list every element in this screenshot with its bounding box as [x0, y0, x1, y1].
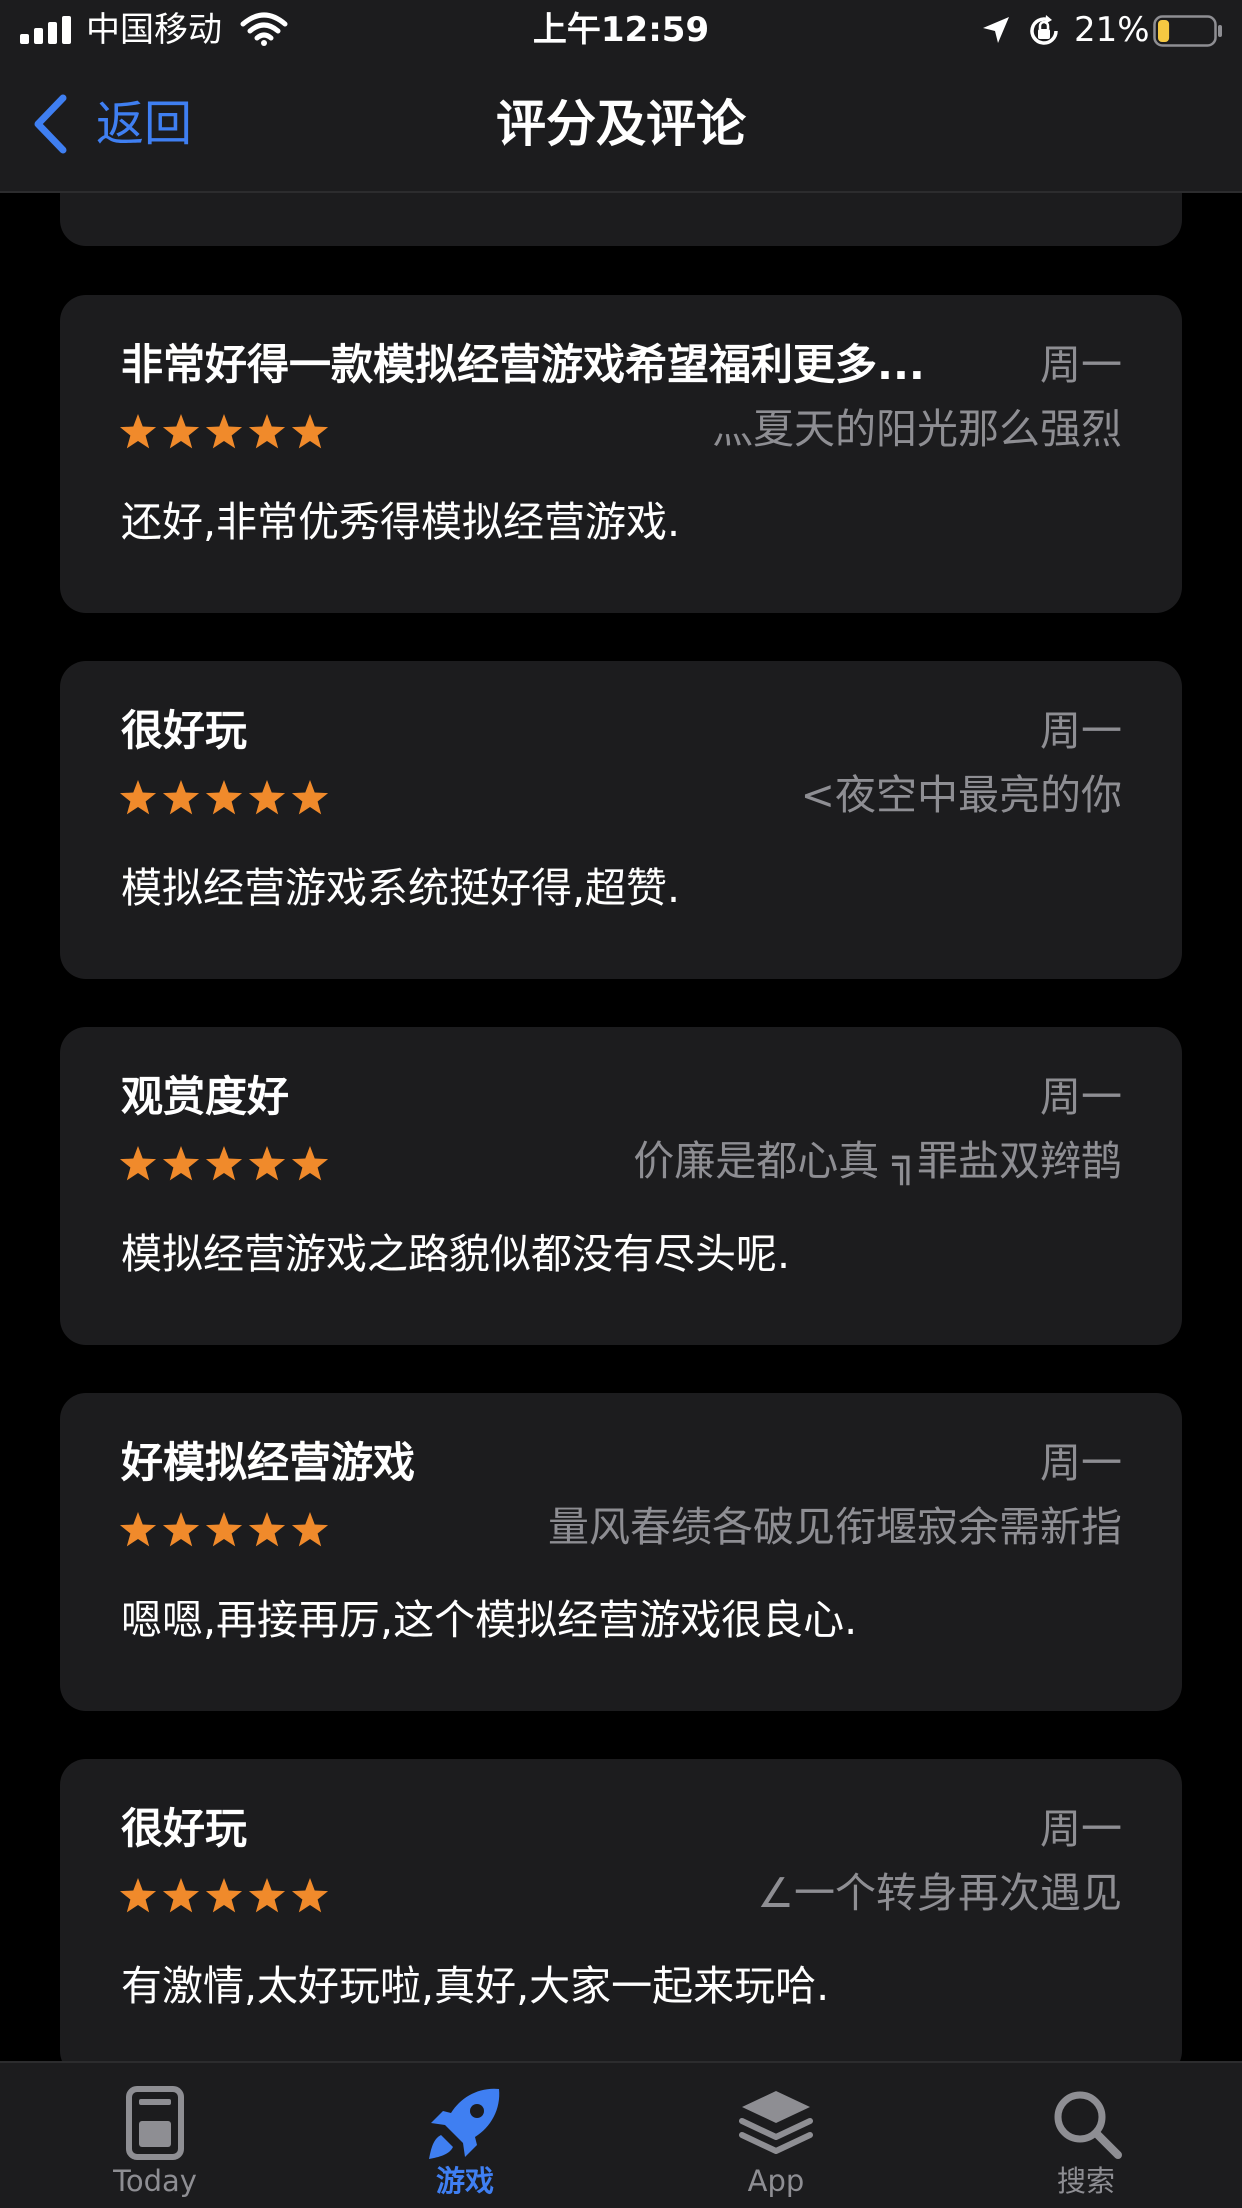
review-author: ∠一个转身再次遇见	[757, 1869, 1122, 1917]
star-icon	[120, 1512, 157, 1547]
review-date: 周一	[1040, 1805, 1122, 1853]
star-icon	[248, 780, 286, 815]
star-icon	[291, 1512, 329, 1547]
battery-percentage: 21%	[1074, 10, 1150, 50]
tab-label: 游戏	[435, 2164, 494, 2198]
review-author: 灬夏天的阳光那么强烈	[712, 405, 1122, 453]
star-icon	[120, 1878, 157, 1913]
review-date: 周一	[1040, 1073, 1122, 1121]
tab-today[interactable]: Today	[75, 2063, 235, 2208]
review-card[interactable]: 好模拟经营游戏 周一 量风春绩各破见衔堰寂余需新指 嗯嗯,再接再厉,这个模拟经营…	[60, 1393, 1182, 1711]
star-rating	[120, 1512, 329, 1547]
star-icon	[205, 1878, 243, 1913]
star-icon	[248, 1512, 286, 1547]
star-icon	[162, 1878, 200, 1913]
star-icon	[162, 1512, 200, 1547]
review-list[interactable]: 非常好得一款模拟经营游戏希望福利更多... 周一 灬夏天的阳光那么强烈 还好,非…	[0, 0, 1242, 2208]
star-icon	[120, 414, 157, 449]
search-icon	[1054, 2091, 1122, 2159]
star-rating	[120, 780, 329, 815]
battery-level	[1158, 20, 1170, 42]
screen: 非常好得一款模拟经营游戏希望福利更多... 周一 灬夏天的阳光那么强烈 还好,非…	[0, 0, 1242, 2208]
review-body: 有激情,太好玩啦,真好,大家一起来玩哈.	[121, 1962, 830, 2010]
tab-search[interactable]: 搜索	[1006, 2063, 1166, 2208]
tab-games[interactable]: 游戏	[385, 2063, 545, 2208]
star-rating	[120, 1146, 329, 1181]
review-body: 模拟经营游戏系统挺好得,超赞.	[121, 864, 681, 912]
star-icon	[291, 780, 329, 815]
star-icon	[205, 414, 243, 449]
star-icon	[248, 414, 286, 449]
review-card[interactable]: 很好玩 周一 ∠一个转身再次遇见 有激情,太好玩啦,真好,大家一起来玩哈.	[60, 1759, 1182, 2077]
tab-label: App	[747, 2164, 805, 2198]
header: 中国移动 上午12:59 21% 返回 评分及评论	[0, 0, 1242, 193]
review-date: 周一	[1040, 341, 1122, 389]
review-title: 非常好得一款模拟经营游戏希望福利更多...	[121, 340, 925, 389]
star-icon	[162, 780, 200, 815]
star-icon	[248, 1878, 286, 1913]
orientation-lock-icon	[1030, 15, 1058, 45]
star-icon	[162, 1146, 200, 1181]
star-icon	[162, 414, 200, 449]
star-icon	[248, 1146, 286, 1181]
rocket-icon	[429, 2088, 500, 2159]
app-stack-icon	[739, 2091, 813, 2154]
review-body: 嗯嗯,再接再厉,这个模拟经营游戏很良心.	[121, 1596, 858, 1644]
review-author: 价廉是都心真 ╗罪盐双辫鹊	[633, 1137, 1122, 1185]
star-icon	[205, 1512, 243, 1547]
star-icon	[120, 1146, 157, 1181]
review-title: 观赏度好	[121, 1072, 290, 1121]
review-title: 好模拟经营游戏	[121, 1438, 416, 1487]
review-card[interactable]: 观赏度好 周一 价廉是都心真 ╗罪盐双辫鹊 模拟经营游戏之路貌似都没有尽头呢.	[60, 1027, 1182, 1345]
review-date: 周一	[1040, 707, 1122, 755]
star-rating	[120, 1878, 329, 1913]
tab-label: Today	[113, 2164, 197, 2198]
review-card[interactable]: 非常好得一款模拟经营游戏希望福利更多... 周一 灬夏天的阳光那么强烈 还好,非…	[60, 295, 1182, 613]
tab-label: 搜索	[1056, 2164, 1115, 2198]
battery-icon	[1153, 15, 1222, 47]
tab-apps[interactable]: App	[696, 2063, 856, 2208]
review-body: 模拟经营游戏之路貌似都没有尽头呢.	[121, 1230, 791, 1278]
star-icon	[291, 1878, 329, 1913]
review-author: 量风春绩各破见衔堰寂余需新指	[548, 1503, 1122, 1551]
star-icon	[291, 414, 329, 449]
star-icon	[205, 1146, 243, 1181]
navigation-bar: 返回 评分及评论	[0, 62, 1242, 190]
star-icon	[120, 780, 157, 815]
review-body: 还好,非常优秀得模拟经营游戏.	[121, 498, 681, 546]
star-icon	[205, 780, 243, 815]
review-title: 很好玩	[121, 706, 248, 755]
location-arrow-icon	[983, 17, 1009, 43]
today-icon	[126, 2086, 184, 2160]
review-author: <夜空中最亮的你	[800, 771, 1122, 819]
review-title: 很好玩	[121, 1804, 248, 1853]
star-rating	[120, 414, 329, 449]
review-card[interactable]: 很好玩 周一 <夜空中最亮的你 模拟经营游戏系统挺好得,超赞.	[60, 661, 1182, 979]
tab-bar: Today 游戏 App 搜索	[0, 2061, 1242, 2208]
star-icon	[291, 1146, 329, 1181]
page-title: 评分及评论	[496, 95, 746, 153]
review-date: 周一	[1040, 1439, 1122, 1487]
status-bar: 中国移动 上午12:59 21%	[0, 0, 1242, 62]
